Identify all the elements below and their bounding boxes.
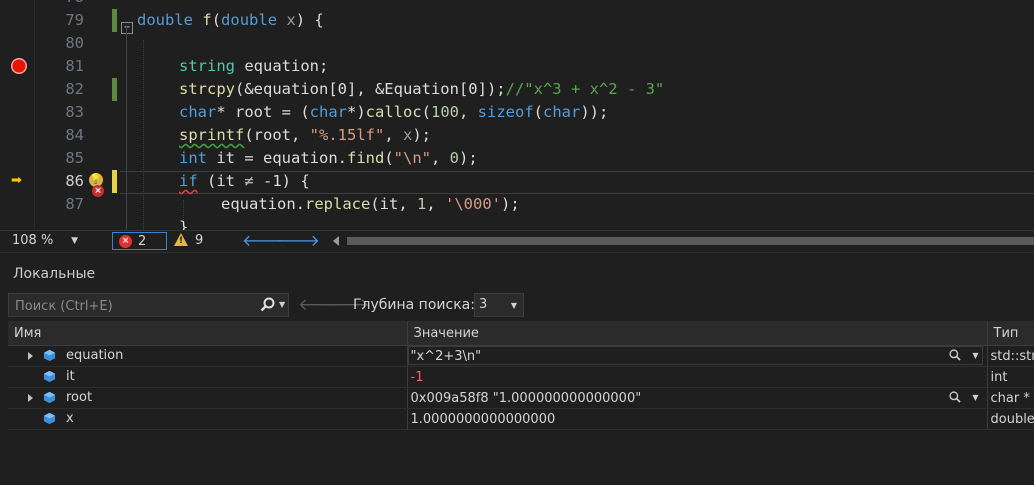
search-input[interactable] [9, 294, 257, 318]
line-number: 79 [65, 11, 84, 29]
code-editor[interactable]: ➡ 78 79 − double f(double x) { 80 81 str… [0, 0, 1034, 230]
zoom-value: 108 % [12, 233, 54, 248]
search-depth-label: Глубина поиска: [353, 297, 475, 313]
error-icon: × [119, 235, 132, 248]
variable-icon [43, 391, 56, 404]
variable-value[interactable]: 0x009a58f8 "1.000000000000000" [411, 391, 642, 406]
code-text: if (it ≠ -1) { [179, 172, 310, 190]
line-number: 82 [65, 80, 84, 98]
variable-value[interactable]: "x^2+3\n" [411, 349, 482, 364]
code-text: string equation; [179, 57, 329, 75]
variable-icon [43, 349, 56, 362]
visualizer-search-icon[interactable] [948, 348, 963, 363]
table-row[interactable]: it -1 int [8, 366, 1034, 388]
table-row[interactable]: equation "x^2+3\n" ▼ std::string [8, 345, 1034, 367]
variable-icon [43, 412, 56, 425]
code-line-84[interactable]: 84 sprintf(root, "%.15lf", x); [0, 124, 1034, 147]
change-marker [112, 78, 117, 101]
search-depth-value: 3 [479, 297, 488, 312]
table-row[interactable]: root 0x009a58f8 "1.000000000000000" ▼ ch… [8, 387, 1034, 409]
horizontal-scrollbar[interactable] [333, 231, 1034, 251]
column-header-type[interactable]: Тип [987, 321, 1034, 346]
zoom-dropdown[interactable]: 108 % ▼ [4, 231, 84, 251]
code-text: strcpy(&equation[0], &Equation[0]);//"x^… [179, 80, 665, 98]
variable-type: int [987, 366, 1034, 388]
error-count: 2 [138, 234, 147, 249]
variable-value[interactable]: -1 [411, 370, 424, 385]
line-number: 84 [65, 126, 84, 144]
code-line-88: } [179, 218, 189, 230]
variable-name: x [66, 411, 74, 426]
line-number: 81 [65, 57, 84, 75]
line-number: 86 [65, 172, 84, 190]
code-text: int it = equation.find("\n", 0); [179, 149, 478, 167]
code-text: char* root = (char*)calloc(100, sizeof(c… [179, 103, 609, 121]
code-line-83[interactable]: 83 char* root = (char*)calloc(100, sizeo… [0, 101, 1034, 124]
chevron-down-icon[interactable]: ▼ [279, 300, 285, 309]
change-marker [112, 170, 117, 193]
code-line-87[interactable]: 87 equation.replace(it, 1, '\000'); [0, 193, 1034, 216]
scroll-left-icon[interactable] [333, 236, 339, 246]
expand-icon[interactable] [28, 352, 33, 360]
code-line-78: 78 [0, 0, 1034, 9]
code-line-79[interactable]: 79 − double f(double x) { [0, 9, 1034, 34]
code-text: equation.replace(it, 1, '\000'); [221, 195, 520, 213]
variable-type: std::string [987, 345, 1034, 367]
variable-value[interactable]: 1.0000000000000000 [411, 412, 556, 427]
code-line-85[interactable]: 85 int it = equation.find("\n", 0); [0, 147, 1034, 170]
editor-status-bar: 108 % ▼ × 2 ! 9 🡐 🡒 [0, 230, 1034, 252]
code-line-80[interactable]: 80 [0, 32, 1034, 55]
variable-type: double [987, 408, 1034, 430]
line-number: 83 [65, 103, 84, 121]
code-text: sprintf(root, "%.15lf", x); [179, 126, 431, 144]
search-box[interactable]: ▼ [8, 293, 289, 318]
variable-name: equation [66, 348, 124, 363]
table-row[interactable]: x 1.0000000000000000 double [8, 408, 1034, 430]
chevron-down-icon: ▼ [71, 236, 78, 246]
code-text: double f(double x) { [137, 11, 324, 29]
locals-table: Имя Значение Тип equation "x^2+3\n" ▼ st… [8, 321, 1034, 430]
arrow-right-icon[interactable]: 🡒 [277, 231, 320, 251]
line-number: 80 [65, 34, 84, 52]
chevron-down-icon[interactable]: ▼ [972, 351, 978, 360]
code-line-81[interactable]: 81 string equation; [0, 55, 1034, 78]
column-header-value[interactable]: Значение [407, 321, 988, 346]
variable-type: char * [987, 387, 1034, 409]
change-marker [112, 9, 117, 32]
warning-count[interactable]: 9 [195, 231, 203, 251]
visualizer-search-icon[interactable] [948, 390, 963, 405]
locals-panel: Локальные ▼ 🡐 🡒 Глубина поиска: 3 ▼ Имя … [0, 252, 1034, 485]
line-number: 78 [34, 0, 84, 9]
chevron-down-icon: ▼ [510, 301, 517, 310]
variable-name: it [66, 369, 75, 384]
code-line-86[interactable]: 86 if (it ≠ -1) { [0, 170, 1034, 193]
variable-icon [43, 370, 56, 383]
expand-icon[interactable] [28, 394, 33, 402]
scrollbar-thumb[interactable] [347, 237, 1034, 245]
code-line-82[interactable]: 82 strcpy(&equation[0], &Equation[0]);//… [0, 78, 1034, 101]
chevron-down-icon[interactable]: ▼ [972, 393, 978, 402]
search-depth-dropdown[interactable]: 3 ▼ [474, 293, 524, 317]
column-header-name[interactable]: Имя [8, 321, 408, 346]
line-number: 87 [65, 195, 84, 213]
search-icon[interactable] [259, 296, 277, 314]
line-number: 85 [65, 149, 84, 167]
error-count-button[interactable]: × 2 [112, 232, 167, 250]
panel-title: Локальные [13, 266, 96, 282]
variable-name: root [66, 390, 93, 405]
